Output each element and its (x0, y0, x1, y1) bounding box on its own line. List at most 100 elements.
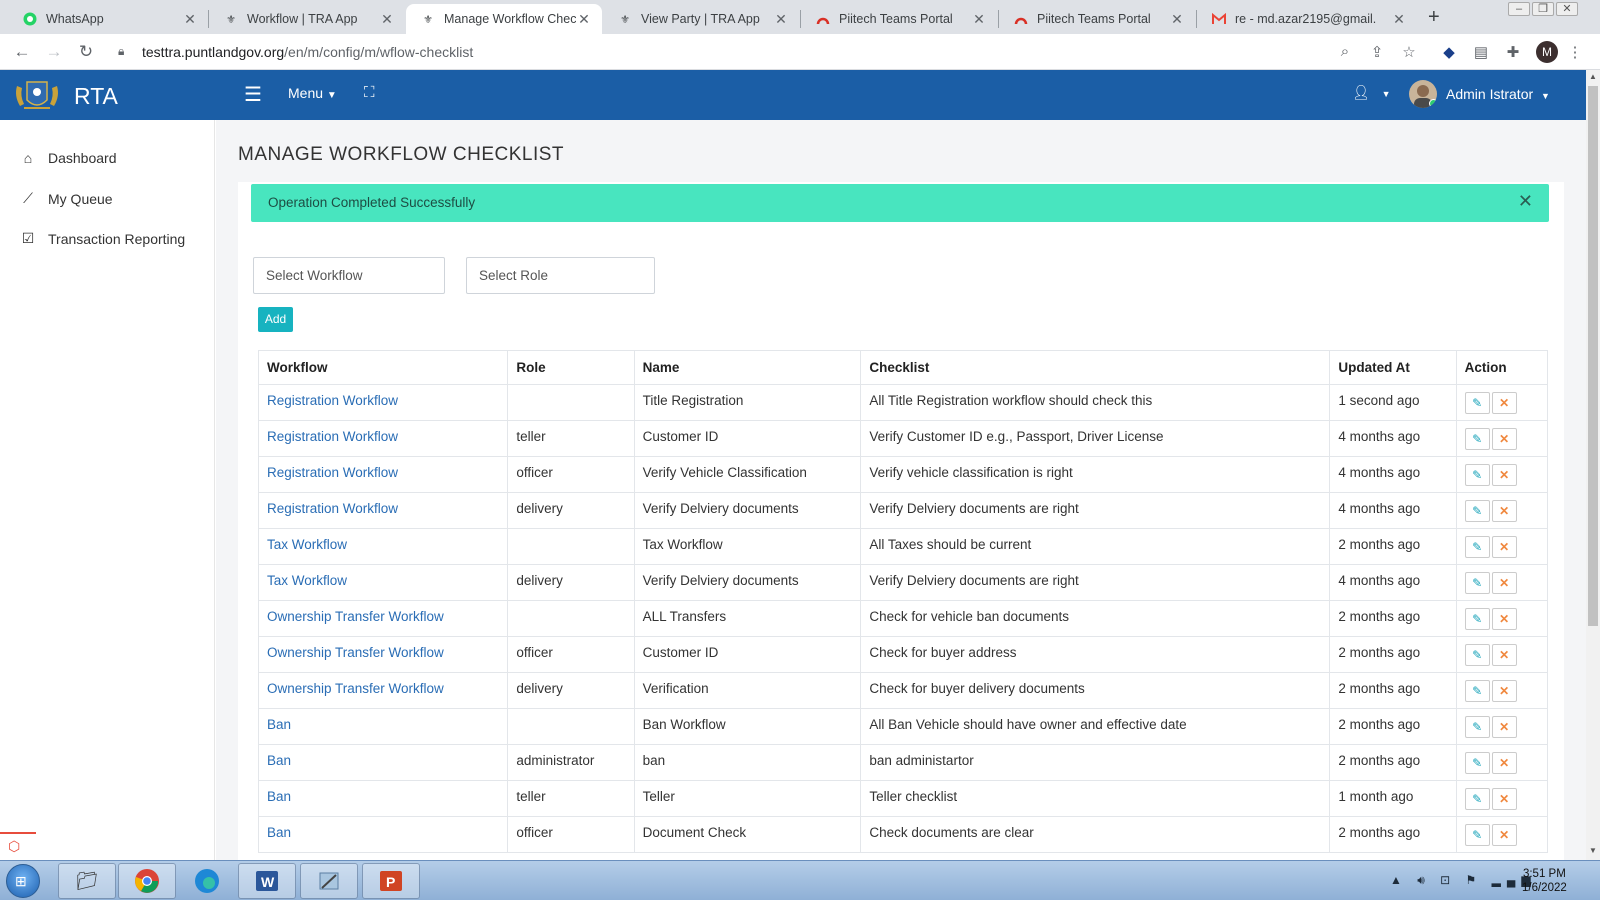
sidebar-item-my-queue[interactable]: ⟋ My Queue (18, 190, 113, 207)
word-icon[interactable]: W (238, 863, 296, 899)
sidebar-item-dashboard[interactable]: ⌂ Dashboard (18, 150, 117, 166)
page-scrollbar[interactable]: ▲ ▼ (1586, 70, 1600, 860)
forward-arrow-icon[interactable]: → (44, 42, 64, 62)
scroll-down-arrow-icon[interactable]: ▼ (1589, 846, 1597, 855)
edit-pencil-icon[interactable]: ✎ (1464, 644, 1490, 666)
column-header-name[interactable]: Name (633, 350, 862, 385)
scroll-up-arrow-icon[interactable]: ▲ (1589, 72, 1597, 81)
start-button[interactable]: ⊞ (6, 864, 40, 898)
minimize-window-icon[interactable]: – (1508, 2, 1530, 16)
cell-workflow[interactable]: Registration Workflow (257, 384, 509, 421)
restore-window-icon[interactable]: ❐ (1532, 2, 1554, 16)
address-bar[interactable]: testtra.puntlandgov.org/en/m/config/m/wf… (142, 44, 473, 60)
browser-menu-icon[interactable]: ⋮ (1566, 43, 1584, 61)
delete-x-icon[interactable]: ✕ (1491, 716, 1517, 738)
network-adapter-icon[interactable]: ⊡ (1440, 873, 1456, 887)
extension-shield-icon[interactable]: ◆ (1440, 43, 1458, 61)
delete-x-icon[interactable]: ✕ (1491, 644, 1517, 666)
chrome-icon[interactable] (118, 863, 176, 899)
rta-logo[interactable] (12, 76, 62, 114)
delete-x-icon[interactable]: ✕ (1491, 788, 1517, 810)
edit-pencil-icon[interactable]: ✎ (1464, 824, 1490, 846)
back-arrow-icon[interactable]: ← (12, 42, 32, 62)
delete-x-icon[interactable]: ✕ (1491, 536, 1517, 558)
user-dropdown[interactable]: 👤︎ ▼ (1352, 84, 1391, 101)
browser-tab-manage-workflow-checklist[interactable]: ⚜ Manage Workflow Checkl ✕ (406, 4, 602, 34)
sidebar-item-transaction-reporting[interactable]: ☑ Transaction Reporting (18, 230, 186, 247)
browser-tab-whatsapp[interactable]: WhatsApp ✕ (8, 4, 208, 34)
browser-tab-view-party[interactable]: ⚜ View Party | TRA App ✕ (603, 4, 799, 34)
edit-pencil-icon[interactable]: ✎ (1464, 716, 1490, 738)
column-header-workflow[interactable]: Workflow (257, 350, 509, 385)
delete-x-icon[interactable]: ✕ (1491, 500, 1517, 522)
menu-dropdown[interactable]: Menu ▼ (288, 85, 337, 101)
show-hidden-icons-icon[interactable]: ▲ (1390, 873, 1408, 887)
column-header-updated-at[interactable]: Updated At (1329, 350, 1457, 385)
close-icon[interactable]: ✕ (773, 11, 789, 28)
reload-icon[interactable]: ↻ (76, 42, 96, 62)
column-header-checklist[interactable]: Checklist (860, 350, 1331, 385)
delete-x-icon[interactable]: ✕ (1491, 752, 1517, 774)
edge-icon[interactable] (178, 863, 236, 899)
notepad-icon[interactable] (300, 863, 358, 899)
volume-icon[interactable]: 🔊︎ (1417, 873, 1431, 887)
browser-tab-piitech-1[interactable]: Piitech Teams Portal ✕ (801, 4, 997, 34)
zoom-icon[interactable]: ⌕ (1336, 43, 1354, 60)
edit-pencil-icon[interactable]: ✎ (1464, 428, 1490, 450)
edit-pencil-icon[interactable]: ✎ (1464, 536, 1490, 558)
laravel-debugbar-icon[interactable]: ⬡ (0, 832, 36, 860)
cell-workflow[interactable]: Ban (257, 708, 509, 745)
add-button[interactable]: Add (258, 307, 293, 332)
edit-pencil-icon[interactable]: ✎ (1464, 500, 1490, 522)
user-avatar[interactable] (1409, 80, 1437, 108)
close-icon[interactable]: ✕ (182, 11, 198, 28)
cell-workflow[interactable]: Registration Workflow (257, 456, 509, 493)
column-header-role[interactable]: Role (507, 350, 635, 385)
delete-x-icon[interactable]: ✕ (1491, 608, 1517, 630)
taskbar-clock[interactable]: 3:51 PM 1/6/2022 (1522, 867, 1567, 895)
hamburger-menu-icon[interactable]: ☰ (244, 82, 262, 107)
user-menu[interactable]: Admin Istrator ▼ (1446, 86, 1550, 102)
workflow-select[interactable]: Select Workflow (253, 257, 445, 294)
cell-workflow[interactable]: Tax Workflow (257, 564, 509, 601)
close-window-icon[interactable]: ✕ (1556, 2, 1578, 16)
app-brand[interactable]: RTA (74, 83, 118, 110)
cell-workflow[interactable]: Ownership Transfer Workflow (257, 636, 509, 673)
action-center-icon[interactable]: ⚑ (1466, 873, 1483, 887)
close-icon[interactable]: ✕ (379, 11, 395, 28)
delete-x-icon[interactable]: ✕ (1491, 824, 1517, 846)
edit-pencil-icon[interactable]: ✎ (1464, 608, 1490, 630)
close-icon[interactable]: ✕ (1169, 11, 1185, 28)
system-tray[interactable]: ▲ 🔊︎ ⊡ ⚑ ▂▄▆ (1390, 873, 1537, 888)
share-icon[interactable]: ⇪ (1368, 43, 1386, 61)
file-explorer-icon[interactable]: 📁︎ (58, 863, 116, 899)
cell-workflow[interactable]: Ownership Transfer Workflow (257, 672, 509, 709)
cell-workflow[interactable]: Ban (257, 780, 509, 817)
edit-pencil-icon[interactable]: ✎ (1464, 680, 1490, 702)
lock-icon[interactable]: 🔒︎ (118, 44, 124, 59)
cell-workflow[interactable]: Ban (257, 744, 509, 781)
cell-workflow[interactable]: Registration Workflow (257, 492, 509, 529)
close-icon[interactable]: ✕ (1518, 191, 1533, 212)
powerpoint-icon[interactable]: P (362, 863, 420, 899)
role-select[interactable]: Select Role (466, 257, 655, 294)
extension-clipboard-icon[interactable]: ▤ (1472, 43, 1490, 61)
extensions-puzzle-icon[interactable]: ✚ (1504, 43, 1522, 61)
browser-tab-piitech-2[interactable]: Piitech Teams Portal ✕ (999, 4, 1195, 34)
edit-pencil-icon[interactable]: ✎ (1464, 752, 1490, 774)
bookmark-star-icon[interactable]: ☆ (1400, 43, 1418, 61)
edit-pencil-icon[interactable]: ✎ (1464, 572, 1490, 594)
delete-x-icon[interactable]: ✕ (1491, 392, 1517, 414)
close-icon[interactable]: ✕ (971, 11, 987, 28)
browser-tab-gmail[interactable]: re - md.azar2195@gmail. ✕ (1197, 4, 1417, 34)
edit-pencil-icon[interactable]: ✎ (1464, 392, 1490, 414)
fullscreen-icon[interactable]: ⛶ (364, 84, 375, 101)
close-icon[interactable]: ✕ (576, 11, 592, 28)
cell-workflow[interactable]: Ownership Transfer Workflow (257, 600, 509, 637)
profile-avatar[interactable]: M (1536, 41, 1558, 63)
edit-pencil-icon[interactable]: ✎ (1464, 788, 1490, 810)
delete-x-icon[interactable]: ✕ (1491, 428, 1517, 450)
browser-tab-workflow[interactable]: ⚜ Workflow | TRA App ✕ (209, 4, 405, 34)
new-tab-plus-icon[interactable]: + (1428, 6, 1440, 29)
delete-x-icon[interactable]: ✕ (1491, 464, 1517, 486)
